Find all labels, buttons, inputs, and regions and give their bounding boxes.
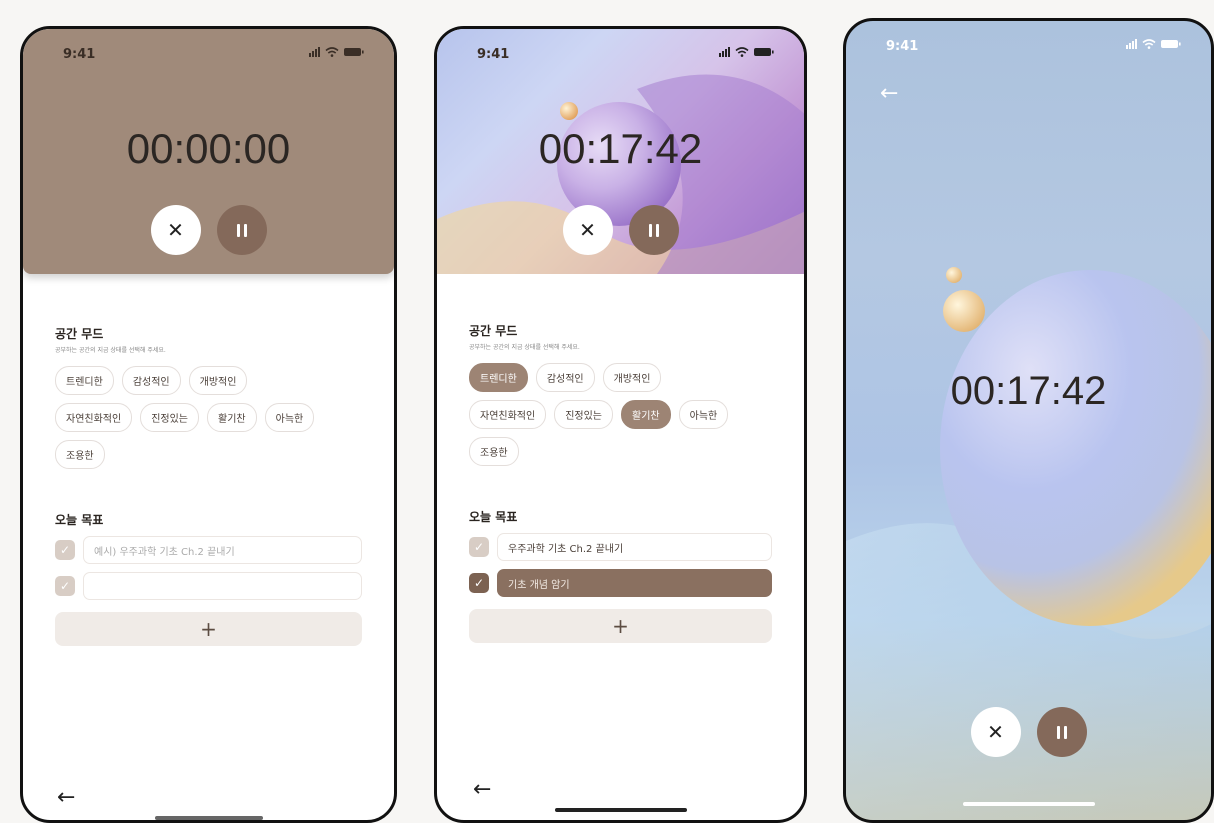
home-indicator <box>154 816 263 820</box>
mood-chip[interactable]: 개방적인 <box>188 366 248 395</box>
mood-chip[interactable]: 조용한 <box>55 440 105 469</box>
pause-icon <box>648 223 659 237</box>
pause-icon <box>1056 725 1067 739</box>
status-bar: 9:41 <box>23 29 394 77</box>
mood-section-subtitle: 공부하는 공간의 지금 상태를 선택해 주세요. <box>55 347 166 354</box>
signal-icon <box>1126 39 1137 49</box>
status-bar: 9:41 <box>846 21 1211 69</box>
goal-row: ✓ 우주과학 기초 Ch.2 끝내기 <box>469 533 772 561</box>
goal-row: ✓ 예시) 우주과학 기초 Ch.2 끝내기 <box>55 536 362 564</box>
status-time: 9:41 <box>477 47 510 62</box>
timer-controls: ✕ <box>23 205 394 255</box>
battery-icon <box>344 48 364 56</box>
signal-icon <box>719 47 730 57</box>
battery-icon <box>754 48 774 56</box>
mood-section-title: 공간 무드 <box>55 327 104 341</box>
close-button[interactable]: ✕ <box>150 205 201 255</box>
wifi-icon <box>325 47 339 57</box>
phone-screen-timer-idle: 9:41 00:00:00 ✕ 공간 무드 공부하는 공간의 지금 상태를 선택… <box>20 26 397 823</box>
goals-section: 오늘 목표 ✓ 예시) 우주과학 기초 Ch.2 끝내기 ✓ + <box>55 511 362 646</box>
mood-chip[interactable]: 자연친화적인 <box>469 400 547 429</box>
close-button[interactable]: ✕ <box>562 205 613 255</box>
mood-chip[interactable]: 아늑한 <box>678 400 729 429</box>
close-button[interactable]: ✕ <box>970 707 1021 757</box>
mood-chip[interactable]: 활기찬 <box>207 403 257 432</box>
check-icon: ✓ <box>59 543 71 557</box>
timer-display: 00:17:42 <box>950 369 1107 413</box>
goal-input[interactable] <box>83 572 362 600</box>
timer-display: 00:00:00 <box>126 125 291 172</box>
status-icons <box>719 47 774 57</box>
close-icon: ✕ <box>579 218 596 242</box>
home-indicator <box>554 808 687 812</box>
timer-controls: ✕ <box>437 205 804 255</box>
status-time: 9:41 <box>886 39 919 54</box>
phone-screen-fullscreen-timer: 9:41 ← 00:17:42 ✕ <box>843 18 1214 823</box>
mood-section-title: 공간 무드 <box>469 324 518 338</box>
add-goal-button[interactable]: + <box>55 612 362 646</box>
back-arrow-icon[interactable]: ← <box>473 777 491 802</box>
mood-chip-list: 트렌디한 감성적인 개방적인 자연친화적인 진정있는 활기찬 아늑한 조용한 <box>55 366 325 469</box>
goals-section-title: 오늘 목표 <box>469 510 518 524</box>
mood-chip[interactable]: 자연친화적인 <box>55 403 133 432</box>
mood-chip[interactable]: 아늑한 <box>264 403 315 432</box>
check-icon: ✓ <box>473 576 485 590</box>
screen-content: 공간 무드 공부하는 공간의 지금 상태를 선택해 주세요. 트렌디한 감성적인… <box>469 322 772 643</box>
mood-section-subtitle: 공부하는 공간의 지금 상태를 선택해 주세요. <box>469 344 580 351</box>
mood-chip[interactable]: 감성적인 <box>535 363 595 392</box>
timer-controls: ✕ <box>846 707 1211 757</box>
wifi-icon <box>735 47 749 57</box>
status-icons <box>1126 39 1181 49</box>
mood-chip-list: 트렌디한 감성적인 개방적인 자연친화적인 진정있는 활기찬 아늑한 조용한 <box>469 363 739 466</box>
goal-row: ✓ 기초 개념 암기 <box>469 569 772 597</box>
mood-chip[interactable]: 개방적인 <box>602 363 662 392</box>
goal-checkbox[interactable]: ✓ <box>55 576 75 596</box>
mood-chip[interactable]: 트렌디한 <box>55 366 114 395</box>
add-goal-button[interactable]: + <box>469 609 772 643</box>
status-icons <box>309 47 364 57</box>
screen-content: 공간 무드 공부하는 공간의 지금 상태를 선택해 주세요. 트렌디한 감성적인… <box>55 325 362 646</box>
wifi-icon <box>1142 39 1156 49</box>
back-arrow-icon[interactable]: ← <box>57 785 75 810</box>
mood-chip-selected[interactable]: 트렌디한 <box>469 363 528 392</box>
goal-input[interactable]: 우주과학 기초 Ch.2 끝내기 <box>497 533 772 561</box>
mood-chip[interactable]: 진정있는 <box>554 400 614 429</box>
status-bar: 9:41 <box>437 29 804 77</box>
mood-chip[interactable]: 진정있는 <box>140 403 200 432</box>
timer-display: 00:17:42 <box>538 125 703 172</box>
goals-section-title: 오늘 목표 <box>55 513 104 527</box>
battery-icon <box>1161 40 1181 48</box>
mood-chip[interactable]: 감성적인 <box>121 366 181 395</box>
check-icon: ✓ <box>59 579 71 593</box>
pause-button[interactable] <box>628 205 679 255</box>
goal-checkbox[interactable]: ✓ <box>55 540 75 560</box>
mood-chip-selected[interactable]: 활기찬 <box>621 400 671 429</box>
goals-section: 오늘 목표 ✓ 우주과학 기초 Ch.2 끝내기 ✓ 기초 개념 암기 + <box>469 508 772 643</box>
goal-input[interactable]: 예시) 우주과학 기초 Ch.2 끝내기 <box>83 536 362 564</box>
close-icon: ✕ <box>167 218 184 242</box>
goal-checkbox-checked[interactable]: ✓ <box>469 573 489 593</box>
pause-button[interactable] <box>1036 707 1087 757</box>
home-indicator <box>962 802 1095 806</box>
signal-icon <box>309 47 320 57</box>
goal-input[interactable]: 기초 개념 암기 <box>497 569 772 597</box>
mood-chip[interactable]: 조용한 <box>469 437 519 466</box>
back-arrow-icon[interactable]: ← <box>880 81 898 106</box>
close-icon: ✕ <box>987 720 1004 744</box>
goal-checkbox[interactable]: ✓ <box>469 537 489 557</box>
check-icon: ✓ <box>473 540 485 554</box>
pause-icon <box>236 223 247 237</box>
pause-button[interactable] <box>216 205 267 255</box>
status-time: 9:41 <box>63 47 96 62</box>
goal-row: ✓ <box>55 572 362 600</box>
phone-screen-timer-running: 9:41 00:17:42 ✕ 공간 무드 공부하는 공간의 지금 상태를 선택… <box>434 26 807 823</box>
abstract-background-art <box>846 267 1211 820</box>
